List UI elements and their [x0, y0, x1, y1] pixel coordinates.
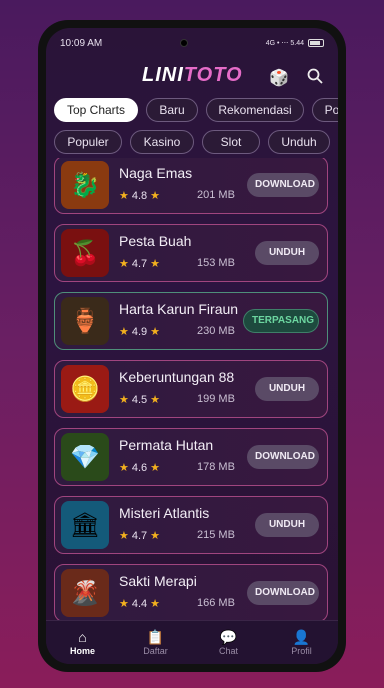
star-icon: ★	[150, 190, 161, 202]
tab-top-charts[interactable]: Top Charts	[54, 98, 138, 122]
user-icon: 👤	[292, 628, 311, 645]
dice-icon[interactable]: 🎲	[268, 68, 290, 90]
app-icon: 🏺	[61, 297, 109, 345]
app-size: 178 MB	[197, 461, 235, 473]
category-tabs: Top Charts Baru Rekomendasi Po Populer K…	[46, 96, 338, 158]
app-size: 199 MB	[197, 393, 235, 405]
download-button[interactable]: DOWNLOAD	[247, 445, 319, 469]
tab-kasino[interactable]: Kasino	[130, 130, 194, 154]
app-logo: LINITOTO	[142, 64, 243, 86]
list-item[interactable]: 🏺 Harta Karun Firaun ★ 4.9 ★ 230 MB TERPAS…	[54, 292, 328, 350]
app-list: 🐉 Naga Emas ★ 4.8 ★ 201 MB DOWNLOAD 🍒 Pest…	[46, 158, 338, 620]
app-title: Keberuntungan 88	[119, 369, 235, 385]
nav-daftar[interactable]: 📋 Daftar	[119, 621, 192, 664]
nav-profil[interactable]: 👤 Profil	[265, 621, 338, 664]
star-icon: ★	[150, 326, 161, 338]
star-icon: ★	[119, 394, 129, 406]
unduh-button[interactable]: UNDUH	[255, 377, 319, 401]
star-icon: ★	[150, 598, 161, 610]
app-size: 215 MB	[197, 529, 235, 541]
search-icon[interactable]	[304, 68, 326, 90]
app-icon: 🍒	[61, 229, 109, 277]
app-title: Naga Emas	[119, 165, 193, 181]
app-icon: 💎	[61, 433, 109, 481]
app-rating: ★ 4.7 ★	[119, 257, 161, 271]
app-rating: ★ 4.6 ★	[119, 461, 161, 475]
star-icon: ★	[119, 462, 129, 474]
tab-unduh[interactable]: Unduh	[268, 130, 330, 154]
list-item[interactable]: 🪙 Keberuntungan 88 ★ 4.5 ★ 199 MB UNDUH	[54, 360, 328, 418]
unduh-button[interactable]: UNDUH	[255, 241, 319, 265]
app-icon: 🐉	[61, 161, 109, 209]
download-button[interactable]: DOWNLOAD	[247, 581, 319, 605]
star-icon: ★	[119, 530, 129, 542]
app-title: Misteri Atlantis	[119, 505, 210, 521]
bottom-nav: ⌂ Home 📋 Daftar 💬 Chat 👤 Profil	[46, 620, 338, 664]
app-size: 166 MB	[197, 597, 235, 609]
star-icon: ★	[150, 462, 161, 474]
app-header: LINITOTO 🎲	[46, 58, 338, 96]
star-icon: ★	[150, 258, 161, 270]
app-rating: ★ 4.9 ★	[119, 325, 161, 339]
app-icon: 🌋	[61, 569, 109, 617]
app-size: 153 MB	[197, 257, 235, 269]
list-item[interactable]: 🍒 Pesta Buah ★ 4.7 ★ 153 MB UNDUH	[54, 224, 328, 282]
app-rating: ★ 4.5 ★	[119, 393, 161, 407]
star-icon: ★	[119, 598, 129, 610]
list-item[interactable]: 🏛 Misteri Atlantis ★ 4.7 ★ 215 MB UNDUH	[54, 496, 328, 554]
list-item[interactable]: 🌋 Sakti Merapi ★ 4.4 ★ 166 MB DOWNLOAD	[54, 564, 328, 620]
list-item[interactable]: 🐉 Naga Emas ★ 4.8 ★ 201 MB DOWNLOAD	[54, 158, 328, 214]
tab-populer-partial[interactable]: Po	[312, 98, 338, 122]
star-icon: ★	[119, 326, 129, 338]
tab-rekomendasi[interactable]: Rekomendasi	[206, 98, 304, 122]
app-title: Harta Karun Firaun	[119, 301, 239, 317]
app-screen: 10:09 AM 4G • ⋯ 5.44 LINITOTO 🎲 Top Char…	[46, 28, 338, 664]
tab-baru[interactable]: Baru	[146, 98, 198, 122]
app-title: Permata Hutan	[119, 437, 214, 453]
star-icon: ★	[150, 530, 161, 542]
home-icon: ⌂	[78, 628, 87, 645]
list-item[interactable]: 💎 Permata Hutan ★ 4.6 ★ 178 MB DOWNLOAD	[54, 428, 328, 486]
star-icon: ★	[150, 394, 161, 406]
camera-icon	[180, 39, 188, 47]
status-bar: 10:09 AM 4G • ⋯ 5.44	[46, 28, 338, 58]
clipboard-icon: 📋	[146, 628, 165, 645]
battery-icon	[307, 39, 324, 47]
status-time: 10:09 AM	[60, 37, 103, 49]
unduh-button[interactable]: UNDUH	[255, 513, 319, 537]
star-icon: ★	[119, 258, 129, 270]
app-rating: ★ 4.8 ★	[119, 189, 161, 203]
chat-icon: 💬	[219, 628, 238, 645]
status-text: 4G • ⋯ 5.44	[265, 40, 304, 47]
nav-chat[interactable]: 💬 Chat	[192, 621, 265, 664]
app-size: 230 MB	[197, 325, 235, 337]
app-size: 201 MB	[197, 189, 235, 201]
star-icon: ★	[119, 190, 129, 202]
download-button[interactable]: DOWNLOAD	[247, 173, 319, 197]
nav-home[interactable]: ⌂ Home	[46, 621, 119, 664]
phone-frame: 10:09 AM 4G • ⋯ 5.44 LINITOTO 🎲 Top Char…	[38, 20, 346, 672]
app-icon: 🏛	[61, 501, 109, 549]
status-icons: 4G • ⋯ 5.44	[266, 39, 324, 47]
installed-button[interactable]: TERPASANG	[243, 309, 319, 333]
app-rating: ★ 4.7 ★	[119, 529, 161, 543]
app-title: Pesta Buah	[119, 233, 192, 249]
tab-populer[interactable]: Populer	[54, 130, 122, 154]
tab-slot[interactable]: Slot	[202, 130, 260, 154]
app-icon: 🪙	[61, 365, 109, 413]
app-rating: ★ 4.4 ★	[119, 597, 161, 611]
app-title: Sakti Merapi	[119, 573, 197, 589]
